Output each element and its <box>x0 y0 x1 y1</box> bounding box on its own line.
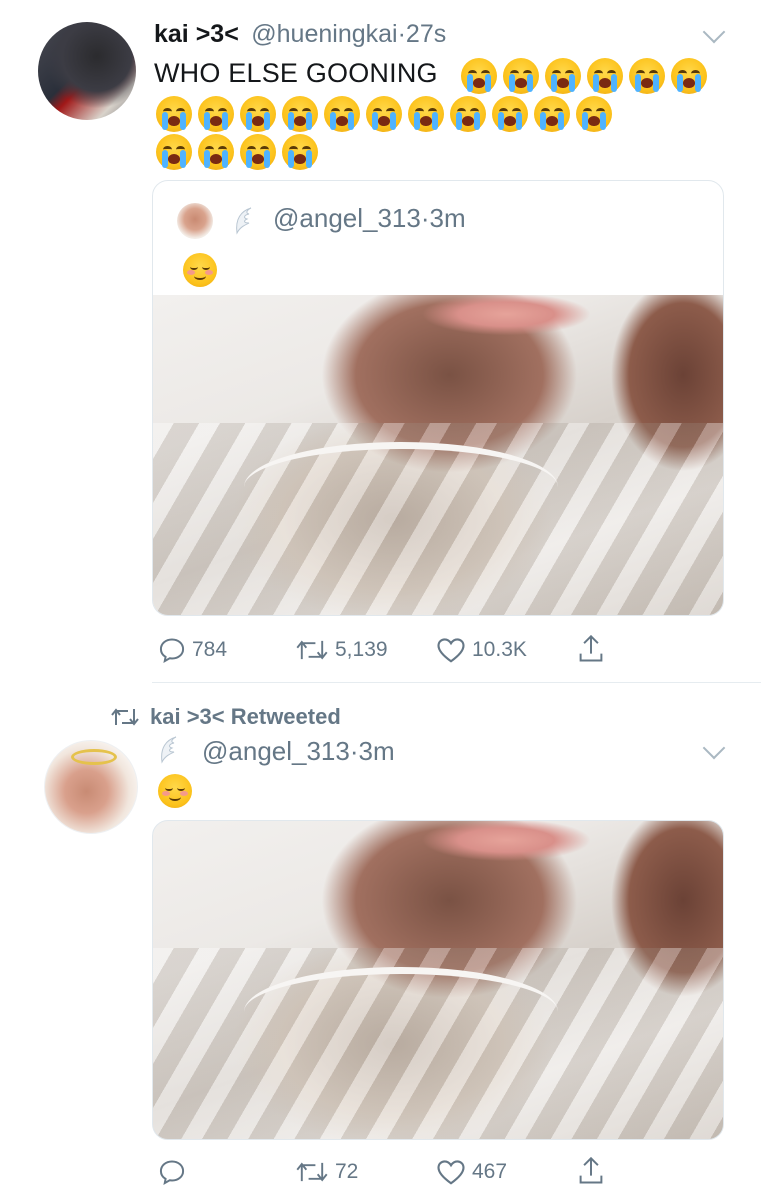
separator-dot: · <box>397 20 406 48</box>
smiling-face-emoji <box>183 253 217 287</box>
user-handle[interactable]: @angel_313 <box>202 736 350 766</box>
loudly-crying-face-emoji <box>492 96 528 132</box>
loudly-crying-face-emoji <box>324 96 360 132</box>
retweet-button[interactable]: 5,139 <box>295 636 388 664</box>
retweeted-label[interactable]: kai >3< Retweeted <box>110 704 341 730</box>
loudly-crying-face-emoji <box>240 134 276 170</box>
loudly-crying-face-emoji <box>545 58 581 94</box>
share-icon <box>579 634 603 662</box>
divider <box>152 682 761 683</box>
user-handle[interactable]: @hueningkai <box>251 20 397 48</box>
loudly-crying-face-emoji <box>534 96 570 132</box>
quoted-user-handle[interactable]: @angel_313 <box>273 203 421 233</box>
smiling-face-emoji <box>158 774 192 808</box>
loudly-crying-face-emoji <box>240 96 276 132</box>
timestamp[interactable]: 3m <box>359 736 395 766</box>
retweeted-by-text: kai >3< Retweeted <box>150 704 341 729</box>
like-icon <box>437 638 465 663</box>
quoted-timestamp[interactable]: 3m <box>430 203 466 233</box>
reply-icon <box>159 638 185 664</box>
timestamp[interactable]: 27s <box>406 20 446 48</box>
share-button[interactable] <box>577 1156 605 1186</box>
reply-button[interactable]: 784 <box>158 636 227 664</box>
display-name[interactable]: kai >3< <box>154 20 239 48</box>
loudly-crying-face-emoji <box>461 58 497 94</box>
like-count: 467 <box>472 1160 508 1183</box>
tweet-media-image[interactable] <box>153 295 723 615</box>
loudly-crying-face-emoji <box>503 58 539 94</box>
loudly-crying-face-emoji <box>450 96 486 132</box>
like-button[interactable]: 10.3K <box>436 636 527 664</box>
loudly-crying-face-emoji <box>198 96 234 132</box>
retweet-icon <box>296 640 328 660</box>
quoted-tweet-card[interactable]: @angel_313·3m <box>152 180 724 616</box>
loudly-crying-face-emoji <box>587 58 623 94</box>
like-icon <box>437 1160 465 1185</box>
loudly-crying-face-emoji <box>156 134 192 170</box>
retweet-button[interactable]: 72 <box>295 1158 358 1186</box>
avatar[interactable] <box>38 22 136 120</box>
loudly-crying-face-emoji <box>408 96 444 132</box>
retweet-count: 5,139 <box>335 638 388 661</box>
separator-dot: · <box>420 203 430 233</box>
reply-icon <box>159 1160 185 1186</box>
separator-dot: · <box>349 736 359 766</box>
tweet-text-content: WHO ELSE GOONING <box>154 58 438 88</box>
emoji-row-3 <box>156 134 318 170</box>
share-icon <box>579 1156 603 1184</box>
tweet-media-image[interactable] <box>152 820 724 1140</box>
loudly-crying-face-emoji <box>671 58 707 94</box>
loudly-crying-face-emoji <box>576 96 612 132</box>
share-button[interactable] <box>577 634 605 664</box>
retweet-count: 72 <box>335 1160 359 1183</box>
tweet-text: WHO ELSE GOONING <box>154 58 438 89</box>
reply-button[interactable] <box>158 1158 192 1186</box>
loudly-crying-face-emoji <box>282 96 318 132</box>
like-count: 10.3K <box>472 638 527 661</box>
loudly-crying-face-emoji <box>156 96 192 132</box>
retweet-icon <box>296 1162 328 1182</box>
emoji-row-2 <box>156 96 612 132</box>
chevron-down-icon[interactable] <box>702 736 726 760</box>
loudly-crying-face-emoji <box>198 134 234 170</box>
angel-wings-icon <box>156 734 182 766</box>
avatar <box>177 203 213 239</box>
loudly-crying-face-emoji <box>282 134 318 170</box>
retweet-icon <box>111 708 139 726</box>
angel-wings-icon <box>231 205 257 237</box>
loudly-crying-face-emoji <box>629 58 665 94</box>
reply-count: 784 <box>192 638 228 661</box>
emoji-row-1 <box>461 58 707 94</box>
loudly-crying-face-emoji <box>366 96 402 132</box>
like-button[interactable]: 467 <box>436 1158 507 1186</box>
avatar[interactable] <box>44 740 138 834</box>
